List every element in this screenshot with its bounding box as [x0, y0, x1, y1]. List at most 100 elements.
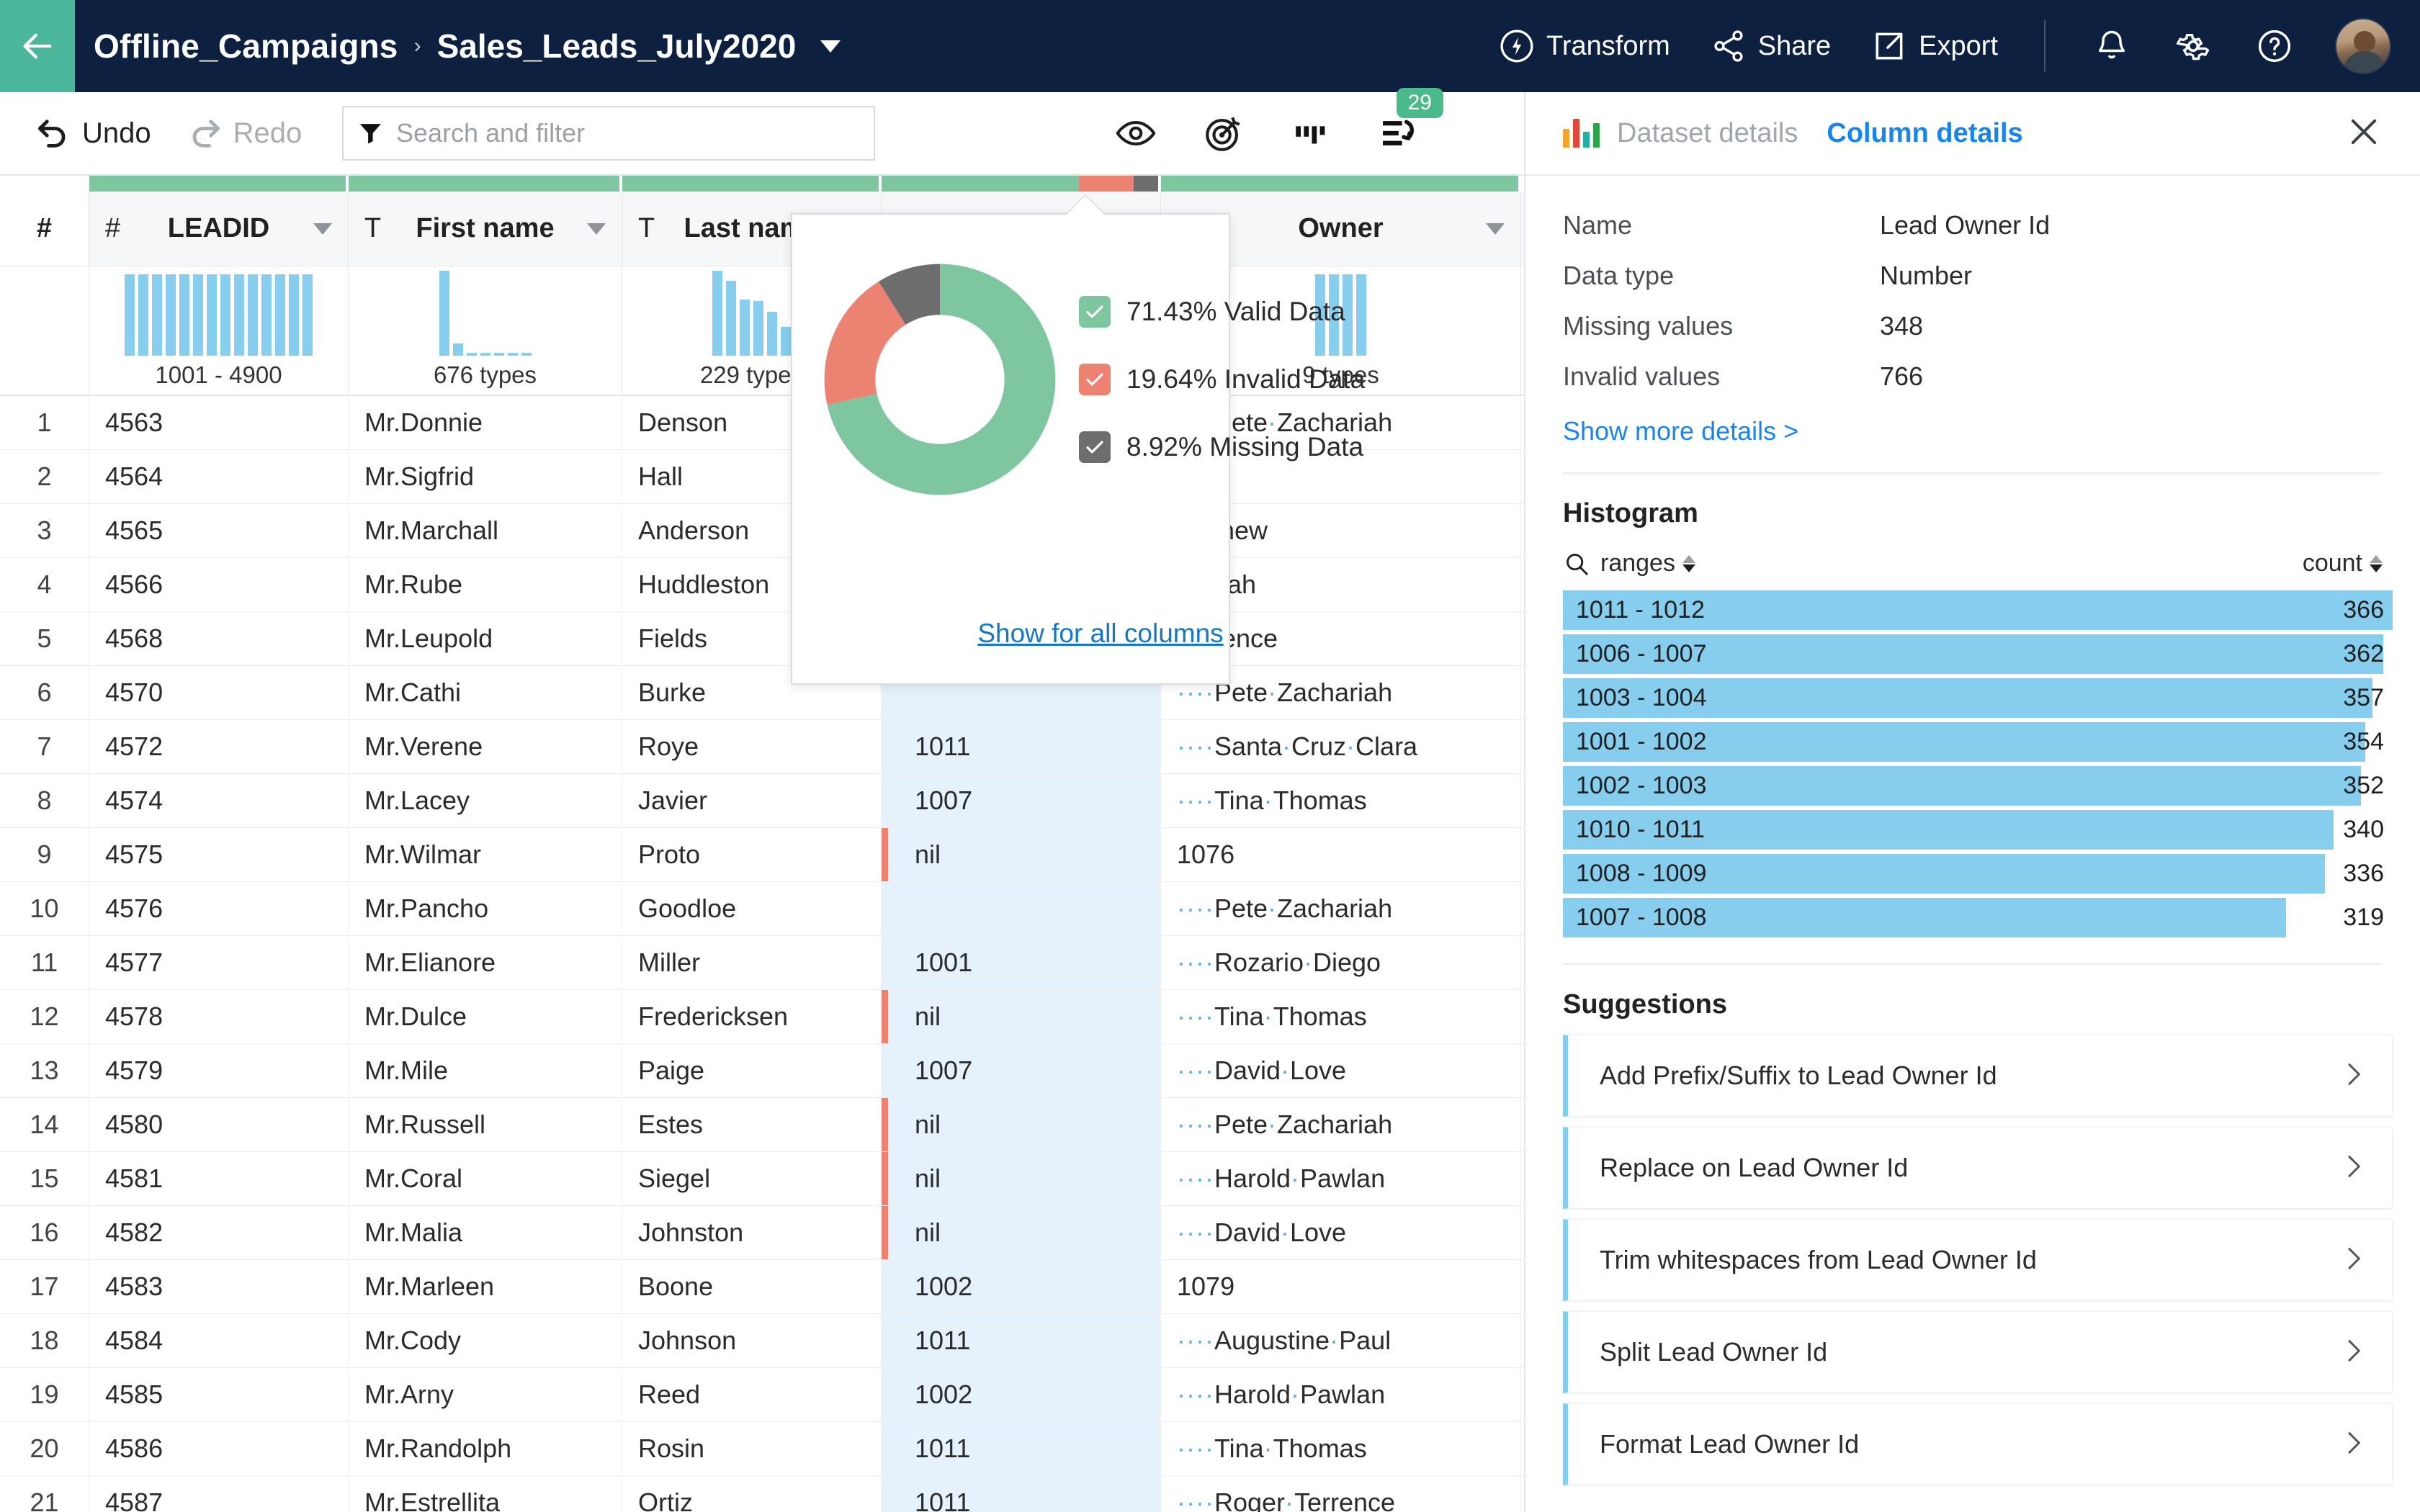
search-and-filter[interactable] [342, 106, 875, 161]
sort-ranges-button[interactable] [1682, 555, 1695, 572]
histogram-row[interactable]: 1008 - 1009336 [1563, 854, 2393, 894]
cell-first-name[interactable]: Mr.Donnie [349, 396, 622, 449]
cell-rownum[interactable]: 9 [0, 828, 89, 881]
cell-leadid[interactable]: 4587 [89, 1476, 349, 1512]
cell-last-name[interactable]: Johnston [622, 1206, 882, 1259]
cell-leadid[interactable]: 4572 [89, 720, 349, 773]
cell-rownum[interactable]: 3 [0, 504, 89, 557]
redo-button[interactable]: Redo [186, 114, 302, 152]
cell-first-name[interactable]: Mr.Lacey [349, 774, 622, 827]
breadcrumb-current[interactable]: Sales_Leads_July2020 [437, 27, 797, 66]
cell-leadid[interactable]: 4581 [89, 1152, 349, 1205]
legend-item[interactable]: 8.92% Missing Data [1079, 431, 1365, 463]
cell-first-name[interactable]: Mr.Leupold [349, 612, 622, 665]
table-row[interactable]: 84574Mr.LaceyJavier1007····Tina·Thomas [0, 774, 1524, 828]
cell-rownum[interactable]: 5 [0, 612, 89, 665]
search-input[interactable] [396, 118, 861, 148]
tab-column-details[interactable]: Column details [1827, 118, 2022, 149]
quality-bar[interactable] [89, 176, 346, 192]
cell-leadid[interactable]: 4578 [89, 990, 349, 1043]
table-row[interactable]: 64570Mr.CathiBurke····Pete·Zachariah [0, 666, 1524, 720]
search-icon[interactable] [1563, 550, 1590, 577]
breadcrumb-parent[interactable]: Offline_Campaigns [94, 27, 398, 66]
table-row[interactable]: 134579Mr.MilePaige1007····David·Love [0, 1044, 1524, 1098]
cell-rownum[interactable]: 19 [0, 1368, 89, 1421]
suggestion-item[interactable]: Trim whitespaces from Lead Owner Id [1563, 1219, 2393, 1301]
cell-lead-owner-id[interactable]: 1002 [882, 1368, 1161, 1421]
cell-rownum[interactable]: 1 [0, 396, 89, 449]
cell-leadid[interactable]: 4565 [89, 504, 349, 557]
table-row[interactable]: 154581Mr.CoralSiegelnil····Harold·Pawlan [0, 1152, 1524, 1206]
cell-leadid[interactable]: 4582 [89, 1206, 349, 1259]
cell-owner[interactable]: ····Pete·Zachariah [1161, 882, 1521, 935]
cell-rownum[interactable]: 4 [0, 558, 89, 611]
cell-leadid[interactable]: 4563 [89, 396, 349, 449]
cell-last-name[interactable]: Miller [622, 936, 882, 989]
cell-leadid[interactable]: 4570 [89, 666, 349, 719]
cell-leadid[interactable]: 4564 [89, 450, 349, 503]
cell-first-name[interactable]: Mr.Sigfrid [349, 450, 622, 503]
cell-leadid[interactable]: 4579 [89, 1044, 349, 1097]
table-row[interactable]: 94575Mr.WilmarProtonil1076 [0, 828, 1524, 882]
quality-bar[interactable] [882, 176, 1158, 192]
legend-checkbox[interactable] [1079, 296, 1111, 328]
back-button[interactable] [0, 0, 75, 92]
cell-first-name[interactable]: Mr.Cathi [349, 666, 622, 719]
table-row[interactable]: 144580Mr.RussellEstesnil····Pete·Zachari… [0, 1098, 1524, 1152]
panel-close-button[interactable] [2345, 113, 2383, 154]
cell-lead-owner-id[interactable]: 1002 [882, 1260, 1161, 1313]
cell-first-name[interactable]: Mr.Marleen [349, 1260, 622, 1313]
notifications-button[interactable] [2071, 27, 2152, 65]
cell-first-name[interactable]: Mr.Dulce [349, 990, 622, 1043]
cell-first-name[interactable]: Mr.Cody [349, 1314, 622, 1367]
cell-lead-owner-id[interactable]: nil [882, 1098, 1161, 1151]
cell-last-name[interactable]: Fredericksen [622, 990, 882, 1043]
cell-last-name[interactable]: Estes [622, 1098, 882, 1151]
cell-leadid[interactable]: 4574 [89, 774, 349, 827]
column-header-first-name[interactable]: TFirst name [349, 192, 622, 266]
table-row[interactable]: 184584Mr.CodyJohnson1011····Augustine·Pa… [0, 1314, 1524, 1368]
cell-owner[interactable]: ····Harold·Pawlan [1161, 1368, 1521, 1421]
chevron-down-icon[interactable] [820, 40, 841, 53]
cell-owner[interactable]: ····Tina·Thomas [1161, 774, 1521, 827]
cell-owner[interactable]: ····Augustine·Paul [1161, 1314, 1521, 1367]
table-row[interactable]: 34565Mr.MarchallAndersonMathew [0, 504, 1524, 558]
table-row[interactable]: 114577Mr.ElianoreMiller1001····Rozario·D… [0, 936, 1524, 990]
show-more-details-link[interactable]: Show more details > [1563, 416, 1798, 446]
cell-rownum[interactable]: 18 [0, 1314, 89, 1367]
cell-lead-owner-id[interactable] [882, 882, 1161, 935]
target-button[interactable] [1180, 112, 1268, 154]
column-stats-button[interactable] [1268, 112, 1355, 154]
cell-first-name[interactable]: Mr.Pancho [349, 882, 622, 935]
histogram-row[interactable]: 1003 - 1004357 [1563, 678, 2393, 718]
cell-owner[interactable]: ····Santa·Cruz·Clara [1161, 720, 1521, 773]
suggestion-item[interactable]: Split Lead Owner Id [1563, 1311, 2393, 1393]
legend-item[interactable]: 71.43% Valid Data [1079, 296, 1365, 328]
cell-first-name[interactable]: Mr.Estrellita [349, 1476, 622, 1512]
show-for-all-columns-link[interactable]: Show for all columns [977, 618, 1223, 648]
cell-lead-owner-id[interactable]: nil [882, 990, 1161, 1043]
cell-rownum[interactable]: 12 [0, 990, 89, 1043]
column-sparkline[interactable]: 676 types [349, 266, 622, 395]
cell-last-name[interactable]: Proto [622, 828, 882, 881]
export-button[interactable]: Export [1851, 28, 2018, 64]
cell-rownum[interactable]: 7 [0, 720, 89, 773]
cell-owner[interactable]: ····Tina·Thomas [1161, 990, 1521, 1043]
cell-owner[interactable]: ····David·Love [1161, 1044, 1521, 1097]
chevron-down-icon[interactable] [1486, 223, 1505, 235]
cell-rownum[interactable]: 2 [0, 450, 89, 503]
cell-lead-owner-id[interactable]: nil [882, 1152, 1161, 1205]
suggestion-item[interactable]: Format Lead Owner Id [1563, 1403, 2393, 1485]
cell-lead-owner-id[interactable]: 1011 [882, 720, 1161, 773]
avatar[interactable] [2335, 18, 2391, 74]
cell-leadid[interactable]: 4585 [89, 1368, 349, 1421]
cell-owner[interactable]: ····Tina·Thomas [1161, 1422, 1521, 1475]
table-row[interactable]: 214587Mr.EstrellitaOrtiz1011····Roger·Te… [0, 1476, 1524, 1512]
cell-rownum[interactable]: 20 [0, 1422, 89, 1475]
transform-button[interactable]: Transform [1479, 28, 1690, 64]
quality-bar[interactable] [622, 176, 879, 192]
cell-lead-owner-id[interactable]: 1001 [882, 936, 1161, 989]
histogram-row[interactable]: 1007 - 1008319 [1563, 898, 2393, 937]
cell-rownum[interactable]: 15 [0, 1152, 89, 1205]
cell-rownum[interactable]: 17 [0, 1260, 89, 1313]
